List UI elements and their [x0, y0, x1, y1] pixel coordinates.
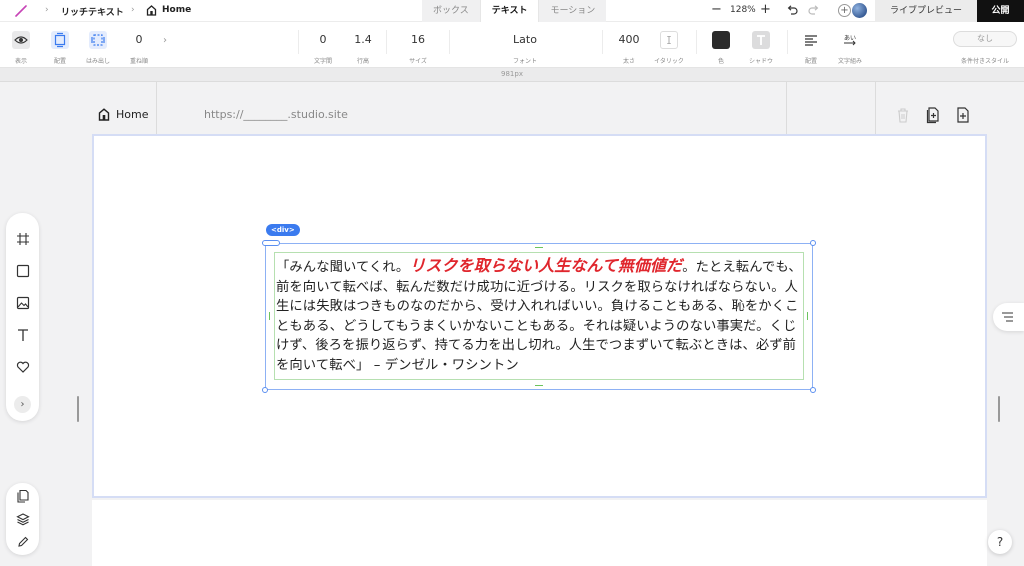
trash-icon[interactable]	[896, 107, 910, 123]
list-icon	[1002, 312, 1013, 322]
image-icon[interactable]	[16, 296, 30, 310]
tab-motion[interactable]: モーション	[539, 0, 607, 22]
box-icon[interactable]	[16, 264, 30, 278]
wrap-icon: あい	[844, 35, 856, 46]
chevron-right-icon: ›	[45, 5, 49, 15]
redo-icon[interactable]	[808, 4, 820, 16]
shadow-icon	[752, 31, 770, 49]
display-control[interactable]: 表示	[6, 22, 36, 68]
conditional-style-label: 条件付きスタイル	[960, 58, 1009, 65]
resize-handle-top-right[interactable]	[810, 240, 816, 246]
breadcrumb-home[interactable]: Home	[162, 5, 191, 15]
pages-icon[interactable]	[16, 489, 30, 503]
line-height-control[interactable]: 1.4 行高	[348, 22, 378, 68]
zoom-level[interactable]: 128%	[730, 5, 756, 15]
add-element-dock: ›	[6, 213, 39, 421]
quote-text-start: 「みんな聞いてくれ。	[276, 260, 410, 275]
toolbar-divider	[787, 30, 788, 54]
chevron-right-icon[interactable]: ›	[163, 35, 167, 46]
padding-marker	[807, 312, 808, 320]
live-preview-button[interactable]: ライブプレビュー	[875, 0, 977, 22]
overflow-control[interactable]: はみ出し	[82, 22, 114, 68]
move-handle[interactable]	[262, 240, 280, 246]
stack-order-control[interactable]: 0 重ね順	[124, 22, 154, 68]
breakpoint-guide	[786, 82, 787, 134]
zoom-out-button[interactable]: −	[711, 3, 722, 17]
panel-dock	[6, 483, 39, 555]
text-wrap-control[interactable]: あい 文字組み	[834, 22, 866, 68]
resize-handle-left[interactable]	[77, 396, 79, 422]
svg-text:あい: あい	[844, 35, 856, 42]
letter-spacing-control[interactable]: 0 文字間	[308, 22, 338, 68]
overflow-icon	[89, 31, 107, 49]
placement-icon	[51, 31, 69, 49]
font-family-control[interactable]: Lato フォント	[490, 22, 560, 68]
ruler-width-label: 981px	[501, 70, 523, 78]
padding-marker	[535, 385, 543, 386]
heart-icon[interactable]	[16, 360, 30, 374]
right-panel-toggle[interactable]	[993, 303, 1024, 331]
quote-text-rest: 。たとえ転んでも、前を向いて転べば、転んだ数だけ成功に近づける。リスクを取らなけ…	[276, 260, 802, 373]
tab-box[interactable]: ボックス	[422, 0, 480, 22]
toolbar-divider	[386, 30, 387, 54]
eye-icon	[12, 31, 30, 49]
resize-handle-right[interactable]	[998, 396, 1000, 422]
layers-icon[interactable]	[16, 512, 30, 526]
padding-marker	[269, 312, 270, 320]
width-ruler: 981px	[0, 68, 1024, 82]
mode-tabs: ボックス テキスト モーション	[422, 0, 607, 22]
italic-icon	[660, 31, 678, 49]
text-color-control[interactable]: 色	[708, 22, 734, 68]
zoom-in-button[interactable]: +	[760, 3, 771, 17]
pen-icon[interactable]	[16, 535, 30, 549]
undo-icon[interactable]	[786, 4, 798, 16]
conditional-style-select[interactable]: なし	[953, 31, 1017, 47]
studio-logo-icon[interactable]	[14, 5, 28, 17]
property-toolbar: 表示 配置 はみ出し 0 重ね順 › 0 文字間 1.4 行高 16 サイズ L…	[0, 22, 1024, 68]
publish-button[interactable]: 公開	[977, 0, 1024, 22]
duplicate-page-icon[interactable]	[926, 106, 940, 124]
text-align-control[interactable]: 配置	[797, 22, 825, 68]
align-left-icon	[805, 35, 817, 46]
page-name[interactable]: Home	[116, 108, 148, 121]
toolbar-divider	[449, 30, 450, 54]
color-swatch	[712, 31, 730, 49]
resize-handle-bottom-left[interactable]	[262, 387, 268, 393]
breakpoint-guide	[875, 82, 876, 134]
rich-text-quote[interactable]: 「みんな聞いてくれ。リスクを取らない人生なんて無価値だ。たとえ転んでも、前を向い…	[276, 256, 802, 375]
avatar[interactable]	[852, 3, 867, 18]
top-bar: › リッチテキスト › Home ボックス テキスト モーション − 128% …	[0, 0, 1024, 22]
italic-control[interactable]: イタリック	[650, 22, 688, 68]
text-shadow-control[interactable]: シャドウ	[744, 22, 778, 68]
frame-icon[interactable]	[16, 232, 30, 246]
help-button[interactable]: ?	[988, 530, 1012, 554]
quote-emphasis: リスクを取らない人生なんて無価値だ	[409, 256, 683, 275]
placement-control[interactable]: 配置	[45, 22, 75, 68]
home-icon	[146, 5, 157, 16]
add-page-icon[interactable]	[956, 106, 970, 124]
breakpoint-guide	[156, 82, 157, 134]
font-size-control[interactable]: 16 サイズ	[403, 22, 433, 68]
font-weight-control[interactable]: 400 太さ	[614, 22, 644, 68]
padding-marker	[535, 247, 543, 248]
text-icon[interactable]	[16, 328, 30, 342]
element-tag-badge[interactable]: <div>	[266, 224, 300, 236]
expand-dock-button[interactable]: ›	[14, 396, 31, 413]
home-icon	[98, 108, 110, 121]
chevron-right-icon: ›	[131, 5, 135, 15]
tab-text[interactable]: テキスト	[479, 0, 540, 22]
breadcrumb-rich-text[interactable]: リッチテキスト	[61, 5, 124, 18]
toolbar-divider	[602, 30, 603, 54]
toolbar-divider	[298, 30, 299, 54]
add-member-button[interactable]: +	[838, 4, 851, 17]
page-canvas-lower[interactable]	[92, 500, 987, 566]
page-url[interactable]: https://________.studio.site	[204, 108, 348, 121]
resize-handle-bottom-right[interactable]	[810, 387, 816, 393]
toolbar-divider	[696, 30, 697, 54]
